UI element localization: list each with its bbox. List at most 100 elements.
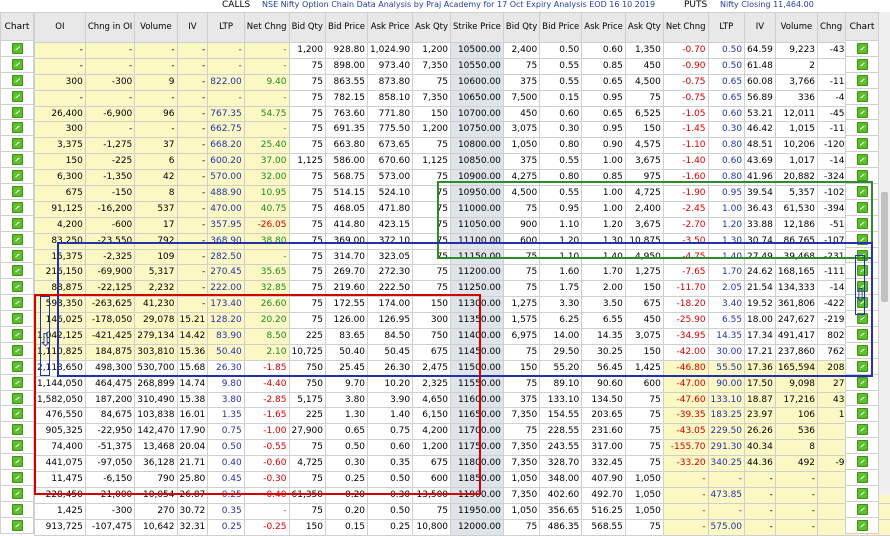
chart-icon[interactable] xyxy=(857,504,868,515)
chart-icon[interactable] xyxy=(857,265,868,276)
chart-icon[interactable] xyxy=(857,59,868,70)
chart-icon-cell[interactable] xyxy=(845,422,879,438)
chart-icon-cell[interactable] xyxy=(845,438,879,454)
chart-icon[interactable] xyxy=(857,43,868,54)
chart-icon-cell[interactable] xyxy=(845,375,879,391)
chart-icon[interactable] xyxy=(12,218,23,229)
chart-icon-cell[interactable] xyxy=(845,41,879,57)
chart-icon[interactable] xyxy=(857,154,868,165)
chart-icon-cell[interactable] xyxy=(0,406,34,422)
chart-icon-cell[interactable] xyxy=(0,152,34,168)
chart-icon-cell[interactable] xyxy=(0,391,34,407)
chart-icon[interactable] xyxy=(12,122,23,133)
chart-icon[interactable] xyxy=(12,91,23,102)
chart-icon-cell[interactable] xyxy=(0,279,34,295)
chart-icon-cell[interactable] xyxy=(0,295,34,311)
chart-icon-cell[interactable] xyxy=(0,327,34,343)
chart-icon-cell[interactable] xyxy=(0,57,34,73)
chart-icon-cell[interactable] xyxy=(845,216,879,232)
chart-icon-cell[interactable] xyxy=(0,184,34,200)
chart-icon-cell[interactable] xyxy=(845,57,879,73)
chart-icon[interactable] xyxy=(12,186,23,197)
chart-icon[interactable] xyxy=(12,250,23,261)
chart-icon-cell[interactable] xyxy=(845,136,879,152)
chart-icon-cell[interactable] xyxy=(0,73,34,89)
chart-icon[interactable] xyxy=(12,440,23,451)
chart-icon-cell[interactable] xyxy=(0,486,34,502)
chart-icon-cell[interactable] xyxy=(845,343,879,359)
chart-icon-cell[interactable] xyxy=(845,502,879,518)
chart-icon-cell[interactable] xyxy=(0,41,34,57)
chart-icon[interactable] xyxy=(857,313,868,324)
chart-icon[interactable] xyxy=(12,345,23,356)
chart-icon[interactable] xyxy=(857,186,868,197)
chart-icon[interactable] xyxy=(857,122,868,133)
scrollbar-thumb[interactable] xyxy=(881,192,888,302)
chart-icon-cell[interactable] xyxy=(0,105,34,121)
chart-icon-cell[interactable] xyxy=(0,438,34,454)
chart-icon[interactable] xyxy=(12,75,23,86)
chart-icon-cell[interactable] xyxy=(845,200,879,216)
chart-icon[interactable] xyxy=(12,488,23,499)
chart-icon-cell[interactable] xyxy=(845,89,879,105)
chart-icon[interactable] xyxy=(857,170,868,181)
chart-icon[interactable] xyxy=(12,472,23,483)
chart-icon[interactable] xyxy=(12,138,23,149)
chart-icon[interactable] xyxy=(12,202,23,213)
chart-icon-cell[interactable] xyxy=(845,232,879,248)
chart-icon-cell[interactable] xyxy=(845,406,879,422)
chart-icon[interactable] xyxy=(12,408,23,419)
chart-icon-cell[interactable] xyxy=(845,120,879,136)
chart-icon-cell[interactable] xyxy=(845,152,879,168)
chart-icon[interactable] xyxy=(12,265,23,276)
chart-icon[interactable] xyxy=(857,520,868,531)
chart-icon[interactable] xyxy=(857,440,868,451)
chart-icon[interactable] xyxy=(857,377,868,388)
chart-icon-cell[interactable] xyxy=(845,359,879,375)
chart-icon[interactable] xyxy=(857,456,868,467)
chart-icon[interactable] xyxy=(12,107,23,118)
chart-icon-cell[interactable] xyxy=(845,105,879,121)
chart-icon[interactable] xyxy=(857,488,868,499)
chart-icon-cell[interactable] xyxy=(845,248,879,264)
chart-icon-cell[interactable] xyxy=(0,343,34,359)
chart-icon[interactable] xyxy=(857,329,868,340)
chart-icon-cell[interactable] xyxy=(0,200,34,216)
chart-icon[interactable] xyxy=(857,218,868,229)
chart-icon-cell[interactable] xyxy=(0,248,34,264)
chart-icon[interactable] xyxy=(857,345,868,356)
chart-icon-cell[interactable] xyxy=(0,359,34,375)
chart-icon[interactable] xyxy=(12,170,23,181)
chart-icon[interactable] xyxy=(12,43,23,54)
chart-icon-cell[interactable] xyxy=(845,327,879,343)
chart-icon-cell[interactable] xyxy=(845,73,879,89)
chart-icon[interactable] xyxy=(12,520,23,531)
chart-icon[interactable] xyxy=(12,234,23,245)
chart-icon-cell[interactable] xyxy=(845,311,879,327)
chart-icon-cell[interactable] xyxy=(0,502,34,518)
chart-icon-cell[interactable] xyxy=(845,454,879,470)
chart-icon-cell[interactable] xyxy=(0,311,34,327)
chart-icon[interactable] xyxy=(12,393,23,404)
chart-icon[interactable] xyxy=(857,250,868,261)
chart-icon-cell[interactable] xyxy=(0,216,34,232)
chart-icon-cell[interactable] xyxy=(0,168,34,184)
chart-icon[interactable] xyxy=(857,424,868,435)
vertical-scrollbar[interactable] xyxy=(879,12,890,495)
chart-icon[interactable] xyxy=(857,472,868,483)
chart-icon-cell[interactable] xyxy=(845,391,879,407)
chart-icon-cell[interactable] xyxy=(845,486,879,502)
chart-icon[interactable] xyxy=(12,504,23,515)
chart-icon-cell[interactable] xyxy=(845,168,879,184)
chart-icon[interactable] xyxy=(12,456,23,467)
chart-icon[interactable] xyxy=(857,138,868,149)
chart-icon-cell[interactable] xyxy=(0,120,34,136)
chart-icon[interactable] xyxy=(857,202,868,213)
chart-icon[interactable] xyxy=(12,59,23,70)
chart-icon-cell[interactable] xyxy=(0,518,34,534)
chart-icon[interactable] xyxy=(12,377,23,388)
chart-icon[interactable] xyxy=(857,361,868,372)
chart-icon-cell[interactable] xyxy=(845,518,879,534)
chart-icon-cell[interactable] xyxy=(0,232,34,248)
chart-icon[interactable] xyxy=(857,393,868,404)
